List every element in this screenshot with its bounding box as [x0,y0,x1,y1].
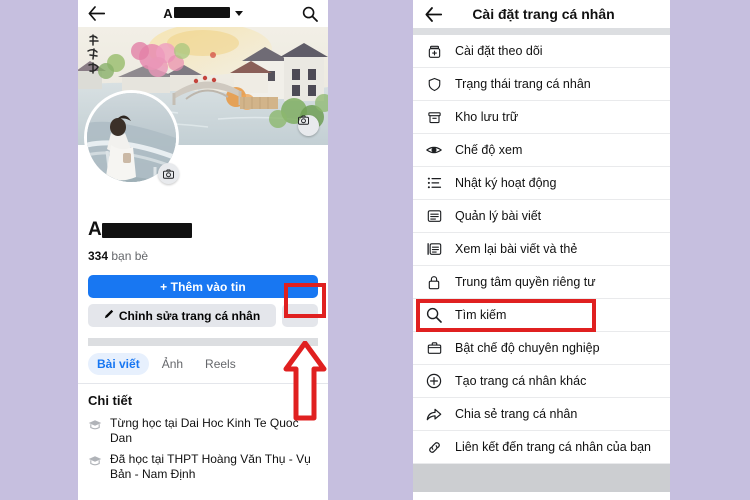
cover-camera-icon[interactable] [298,115,319,136]
tab-reels[interactable]: Reels [196,353,245,375]
menu-item-label: Tạo trang cá nhân khác [455,373,587,388]
edit-profile-button[interactable]: Chỉnh sửa trang cá nhân [88,304,276,327]
menu-item-label: Tìm kiếm [455,307,507,322]
link-icon [425,440,443,455]
menu-item-label: Chia sẻ trang cá nhân [455,406,578,421]
more-options-highlight-box [284,283,326,318]
activity-log-icon [425,176,443,190]
profile-name-initial: A [163,6,173,21]
settings-menu-list: Cài đặt theo dõi Trạng thái trang cá nhâ… [413,35,670,464]
avatar-camera-icon[interactable] [158,163,179,184]
friend-count-row[interactable]: 334 bạn bè [88,249,318,263]
manage-posts-icon [425,209,443,223]
menu-item-label: Liên kết đến trang cá nhân của bạn [455,439,651,454]
screenshot-stage: A A 334 bạn bè + Thêm vào tin Chỉnh sửa … [0,0,750,500]
menu-item-create-another-profile[interactable]: Tạo trang cá nhân khác [413,365,670,398]
menu-item-privacy-center[interactable]: Trung tâm quyền riêng tư [413,266,670,299]
menu-item-label: Nhật ký hoạt động [455,175,557,190]
lock-icon [425,275,443,290]
briefcase-icon [425,341,443,355]
detail-row[interactable]: Đã học tại THPT Hoàng Văn Thụ - Vụ Bản -… [78,446,328,482]
detail-text: Đã học tại THPT Hoàng Văn Thụ - Vụ Bản -… [110,452,311,481]
profile-name-initial-large: A [88,219,102,240]
back-arrow-icon[interactable] [88,6,110,21]
archive-icon [425,110,443,125]
menu-item-search[interactable]: Tìm kiếm [413,299,670,332]
friend-count: 334 [88,249,109,263]
menu-item-review-posts-tags[interactable]: Xem lại bài viết và thẻ [413,233,670,266]
right-phone-screen: Cài đặt trang cá nhân Cài đặt theo dõi T… [413,0,670,500]
graduation-cap-icon [88,452,102,472]
search-icon[interactable] [296,6,318,22]
left-top-bar: A [78,0,328,27]
menu-item-manage-posts[interactable]: Quản lý bài viết [413,200,670,233]
menu-item-label: Trung tâm quyền riêng tư [455,274,596,289]
pencil-icon [104,309,114,322]
menu-item-profile-link[interactable]: Liên kết đến trang cá nhân của bạn [413,431,670,464]
tab-posts[interactable]: Bài viết [88,353,149,375]
menu-item-view-as[interactable]: Chế độ xem [413,134,670,167]
menu-item-profile-status[interactable]: Trạng thái trang cá nhân [413,68,670,101]
menu-item-archive[interactable]: Kho lưu trữ [413,101,670,134]
menu-item-professional-mode[interactable]: Bật chế độ chuyên nghiệp [413,332,670,365]
menu-item-label: Xem lại bài viết và thẻ [455,241,578,256]
settings-top-bar: Cài đặt trang cá nhân [413,0,670,28]
redaction-bar [102,222,193,238]
menu-item-label: Kho lưu trữ [455,109,519,124]
tab-photos[interactable]: Ảnh [153,353,192,375]
graduation-cap-icon [88,416,102,436]
redaction-bar [173,7,230,18]
menu-item-label: Trạng thái trang cá nhân [455,76,591,91]
bottom-gray-area [413,464,670,492]
menu-item-label: Quản lý bài viết [455,208,542,223]
menu-item-share-profile[interactable]: Chia sẻ trang cá nhân [413,398,670,431]
review-posts-icon [425,242,443,256]
share-arrow-icon [425,407,443,422]
friend-count-label: bạn bè [111,249,149,263]
plus-circle-icon [425,373,443,389]
shield-icon [425,77,443,92]
back-arrow-icon[interactable] [425,6,447,22]
eye-icon [425,143,443,157]
search-icon [425,307,443,323]
menu-item-label: Bật chế độ chuyên nghiệp [455,340,600,355]
chevron-down-icon [234,11,243,16]
menu-item-follow-settings[interactable]: Cài đặt theo dõi [413,35,670,68]
header-divider [413,28,670,35]
follow-settings-icon [425,44,443,59]
profile-name: A [88,219,318,241]
profile-name-dropdown[interactable]: A [110,6,296,21]
menu-item-label: Chế độ xem [455,142,523,157]
menu-item-activity-log[interactable]: Nhật ký hoạt động [413,167,670,200]
page-title: Cài đặt trang cá nhân [472,6,615,22]
edit-profile-label: Chỉnh sửa trang cá nhân [118,308,261,323]
menu-item-label: Cài đặt theo dõi [455,43,543,58]
red-up-arrow-annotation [283,340,327,426]
